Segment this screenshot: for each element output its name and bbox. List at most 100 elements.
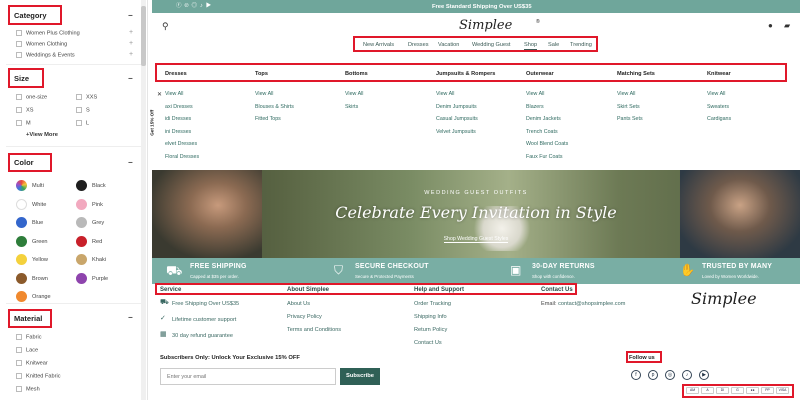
pinterest-icon[interactable]: p bbox=[648, 370, 658, 380]
menu-link[interactable]: View All bbox=[436, 88, 495, 101]
site-logo[interactable]: Simplee bbox=[459, 18, 512, 34]
menu-link[interactable]: Fitted Tops bbox=[255, 113, 294, 126]
color-option[interactable]: Green bbox=[16, 235, 48, 247]
expand-plus-icon[interactable]: + bbox=[129, 40, 133, 48]
size-option[interactable]: L bbox=[76, 120, 89, 127]
menu-link[interactable]: View All bbox=[707, 88, 731, 101]
menu-link[interactable]: View All bbox=[255, 88, 294, 101]
email-input[interactable] bbox=[160, 368, 336, 385]
size-option[interactable]: XS bbox=[16, 107, 33, 114]
color-swatch[interactable] bbox=[16, 217, 27, 228]
nav-new-arrivals[interactable]: New Arrivals bbox=[363, 42, 394, 49]
color-option[interactable]: Orange bbox=[16, 291, 51, 302]
color-swatch[interactable] bbox=[16, 254, 27, 265]
category-item[interactable]: Women Plus Clothing bbox=[16, 30, 80, 37]
color-swatch[interactable] bbox=[76, 217, 87, 228]
menu-column-title[interactable]: Tops bbox=[255, 68, 294, 88]
menu-link[interactable]: Floral Dresses bbox=[165, 151, 199, 164]
menu-link[interactable]: Blouses & Shirts bbox=[255, 101, 294, 114]
color-swatch[interactable] bbox=[76, 272, 87, 284]
color-option[interactable]: Purple bbox=[76, 272, 108, 284]
size-option[interactable]: S bbox=[76, 107, 90, 114]
menu-column-title[interactable]: Matching Sets bbox=[617, 68, 655, 88]
color-swatch[interactable] bbox=[76, 235, 87, 247]
color-option[interactable]: Multi bbox=[16, 180, 44, 191]
expand-plus-icon[interactable]: + bbox=[129, 51, 133, 59]
checkbox[interactable] bbox=[16, 41, 22, 47]
menu-column-title[interactable]: Bottoms bbox=[345, 68, 368, 88]
hero-banner[interactable]: WEDDING GUEST OUTFITS Celebrate Every In… bbox=[152, 170, 800, 258]
size-option[interactable]: M bbox=[16, 120, 31, 127]
menu-link[interactable]: Blazers bbox=[526, 101, 568, 114]
size-option[interactable]: XXS bbox=[76, 94, 97, 101]
help-link[interactable]: Shipping Info bbox=[414, 314, 447, 321]
size-option[interactable]: one-size bbox=[16, 94, 47, 101]
menu-link[interactable]: Skirts bbox=[345, 101, 368, 114]
color-swatch[interactable] bbox=[76, 198, 87, 210]
discount-side-tab[interactable]: ✕ Get 15% Off bbox=[149, 90, 163, 150]
color-swatch[interactable] bbox=[76, 180, 87, 191]
banner-cta-link[interactable]: Shop Wedding Guest Styles bbox=[152, 236, 800, 243]
about-link[interactable]: Terms and Conditions bbox=[287, 327, 341, 334]
nav-shop[interactable]: Shop bbox=[524, 42, 538, 50]
menu-link[interactable]: Denim Jumpsuits bbox=[436, 101, 495, 114]
material-option[interactable]: Fabric bbox=[16, 334, 42, 341]
instagram-icon[interactable]: ◎ bbox=[665, 370, 675, 380]
color-option[interactable]: Grey bbox=[76, 217, 104, 228]
menu-link[interactable]: ini Dresses bbox=[165, 126, 199, 139]
facebook-icon[interactable]: f bbox=[631, 370, 641, 380]
menu-link[interactable]: View All bbox=[617, 88, 655, 101]
color-option[interactable]: Black bbox=[76, 180, 106, 191]
color-swatch[interactable] bbox=[76, 254, 87, 265]
color-option[interactable]: White bbox=[16, 198, 46, 210]
category-item[interactable]: Weddings & Events bbox=[16, 52, 75, 59]
color-option[interactable]: Blue bbox=[16, 217, 43, 228]
contact-email[interactable]: Email: contact@shopsimplee.com bbox=[541, 301, 625, 308]
color-option[interactable]: Brown bbox=[16, 272, 48, 284]
color-option[interactable]: Yellow bbox=[16, 254, 48, 265]
color-swatch[interactable] bbox=[16, 235, 27, 247]
nav-trending[interactable]: Trending bbox=[570, 42, 592, 49]
nav-vacation[interactable]: Vacation bbox=[438, 42, 459, 49]
menu-link[interactable]: Faux Fur Coats bbox=[526, 151, 568, 164]
material-collapse-icon[interactable]: − bbox=[128, 313, 133, 323]
menu-column-title[interactable]: Jumpsuits & Rompers bbox=[436, 68, 495, 88]
menu-link[interactable]: elvet Dresses bbox=[165, 138, 199, 151]
help-link[interactable]: Order Tracking bbox=[414, 301, 451, 308]
youtube-icon[interactable]: ▶ bbox=[699, 370, 709, 380]
material-option[interactable]: Knitted Fabric bbox=[16, 373, 61, 380]
nav-dresses[interactable]: Dresses bbox=[408, 42, 429, 49]
tiktok-icon[interactable]: ♪ bbox=[682, 370, 692, 380]
menu-link[interactable]: idi Dresses bbox=[165, 113, 199, 126]
subscribe-button[interactable]: Subscribe bbox=[340, 368, 380, 385]
menu-column-title[interactable]: Outerwear bbox=[526, 68, 568, 88]
menu-link[interactable]: View All bbox=[526, 88, 568, 101]
about-link[interactable]: About Us bbox=[287, 301, 310, 308]
size-collapse-icon[interactable]: − bbox=[128, 74, 133, 84]
color-swatch[interactable] bbox=[16, 272, 27, 284]
menu-column-title[interactable]: Dresses bbox=[165, 68, 199, 88]
checkbox[interactable] bbox=[16, 52, 22, 58]
menu-link[interactable]: Sweaters bbox=[707, 101, 731, 114]
nav-wedding-guest[interactable]: Wedding Guest bbox=[472, 42, 510, 49]
close-icon[interactable]: ✕ bbox=[157, 92, 162, 99]
about-link[interactable]: Privacy Policy bbox=[287, 314, 322, 321]
help-link[interactable]: Return Policy bbox=[414, 327, 447, 334]
view-more-link[interactable]: +View More bbox=[26, 132, 58, 139]
material-option[interactable]: Knitwear bbox=[16, 360, 48, 367]
menu-column-title[interactable]: Knitwear bbox=[707, 68, 731, 88]
color-swatch[interactable] bbox=[16, 291, 27, 302]
menu-link[interactable]: Trench Coats bbox=[526, 126, 568, 139]
color-swatch[interactable] bbox=[16, 198, 27, 210]
menu-link[interactable]: Pants Sets bbox=[617, 113, 655, 126]
help-link[interactable]: Contact Us bbox=[414, 340, 442, 347]
search-icon[interactable]: ⚲ bbox=[162, 21, 169, 32]
color-swatch[interactable] bbox=[16, 180, 27, 191]
category-collapse-icon[interactable]: − bbox=[128, 11, 133, 21]
menu-link[interactable]: Wool Blend Coats bbox=[526, 138, 568, 151]
menu-link[interactable]: View All bbox=[165, 88, 199, 101]
expand-plus-icon[interactable]: + bbox=[129, 29, 133, 37]
checkbox[interactable] bbox=[16, 30, 22, 36]
menu-link[interactable]: Skirt Sets bbox=[617, 101, 655, 114]
social-icons-row[interactable]: ⓕ℗◎♪▶ bbox=[176, 3, 214, 10]
